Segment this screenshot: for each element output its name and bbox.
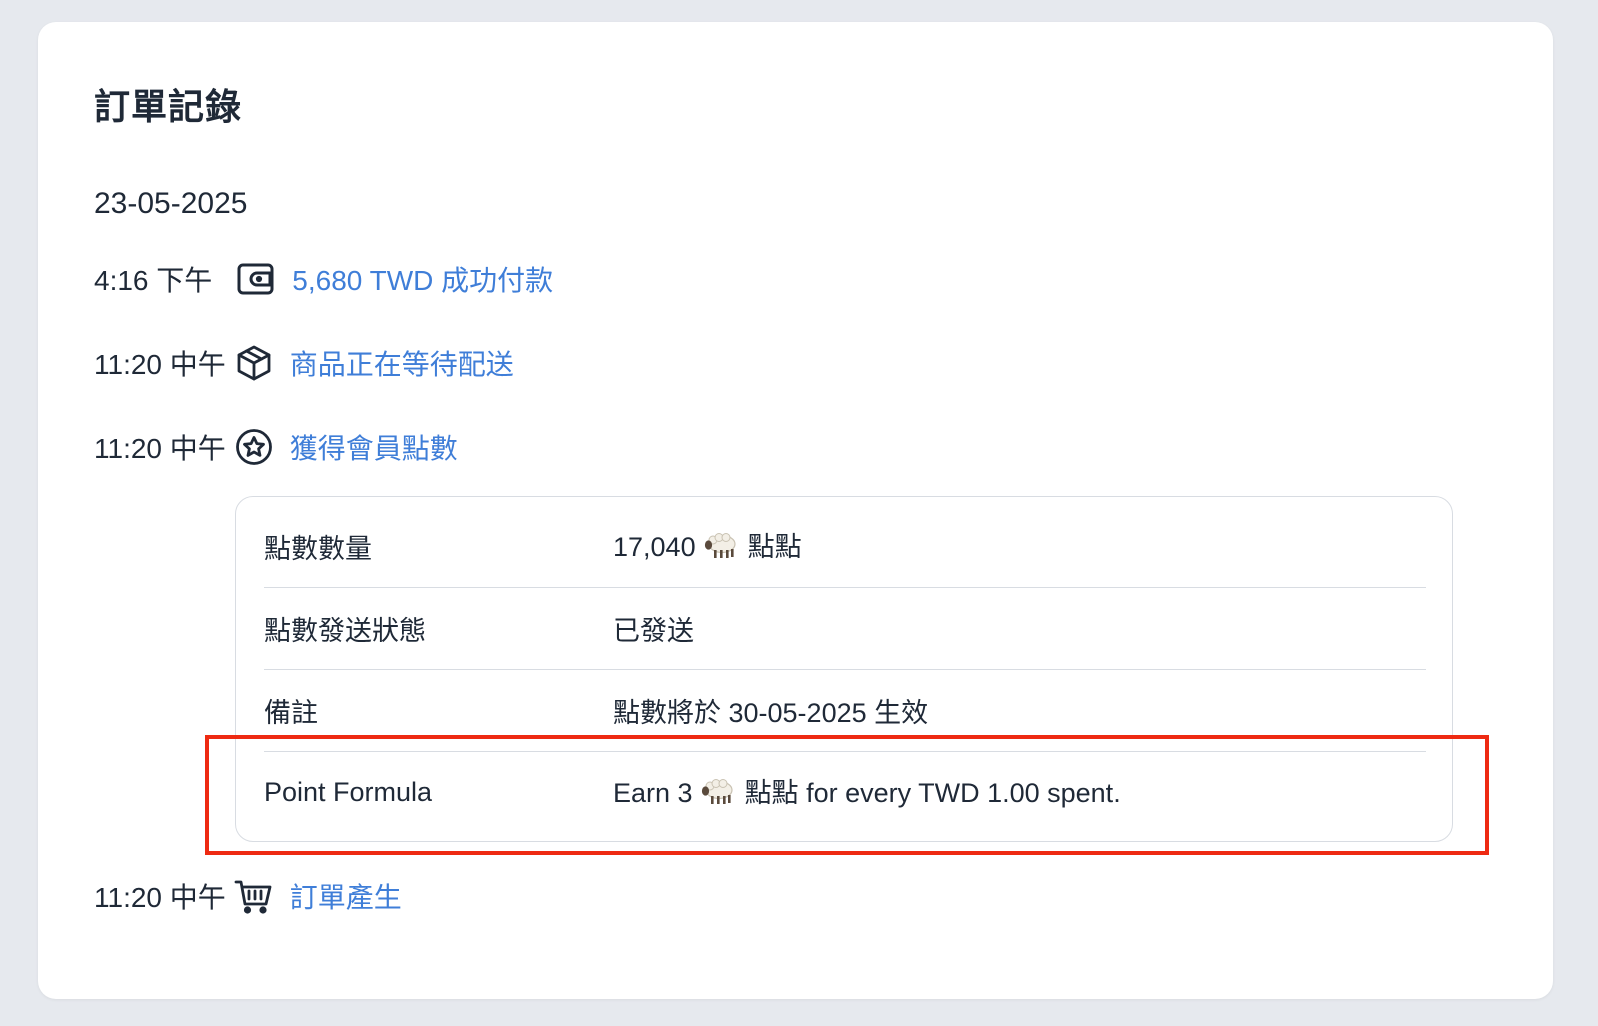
sheep-icon bbox=[704, 532, 740, 567]
event-time: 11:20 中午 bbox=[94, 433, 226, 464]
detail-value: Earn 3 點點 for every TWD 1.00 spent. bbox=[613, 771, 1121, 812]
detail-label: 點數數量 bbox=[264, 533, 372, 564]
package-icon bbox=[234, 343, 274, 383]
formula-prefix: Earn 3 bbox=[613, 778, 693, 809]
detail-row-remarks: 備註 點數將於 30-05-2025 生效 bbox=[264, 669, 1426, 752]
order-history-card: 訂單記錄 23-05-2025 4:16 下午 5,680 TWD 成功付款 1… bbox=[38, 22, 1553, 999]
page-title: 訂單記錄 bbox=[94, 86, 243, 127]
order-date: 23-05-2025 bbox=[94, 187, 248, 220]
order-created-link[interactable]: 訂單產生 bbox=[290, 876, 402, 916]
timeline-event-points: 11:20 中午 獲得會員點數 bbox=[94, 425, 458, 469]
timeline-event-order-created: 11:20 中午 訂單產生 bbox=[94, 874, 402, 918]
shopping-cart-icon bbox=[234, 876, 274, 916]
wallet-icon bbox=[236, 259, 276, 299]
timeline-event-payment: 4:16 下午 5,680 TWD 成功付款 bbox=[94, 257, 553, 301]
points-amount: 17,040 bbox=[613, 532, 696, 563]
detail-row-points-status: 點數發送狀態 已發送 bbox=[264, 587, 1426, 670]
points-details-box: 點數數量 17,040 點點 點數發送狀態 已發送 備註 點數將於 30-05-… bbox=[235, 496, 1453, 842]
detail-label: 備註 bbox=[264, 697, 318, 728]
detail-label: 點數發送狀態 bbox=[264, 615, 426, 646]
event-time: 11:20 中午 bbox=[94, 882, 226, 913]
shipping-status-link[interactable]: 商品正在等待配送 bbox=[290, 343, 514, 383]
sheep-icon bbox=[701, 778, 737, 813]
payment-success-link[interactable]: 5,680 TWD 成功付款 bbox=[292, 259, 553, 299]
detail-value: 已發送 bbox=[613, 615, 694, 646]
points-unit: 點點 bbox=[747, 532, 802, 563]
member-points-link[interactable]: 獲得會員點數 bbox=[290, 427, 458, 467]
detail-value: 17,040 點點 bbox=[613, 525, 802, 566]
timeline-event-shipping: 11:20 中午 商品正在等待配送 bbox=[94, 341, 514, 385]
detail-label: Point Formula bbox=[264, 776, 433, 807]
formula-suffix: 點點 for every TWD 1.00 spent. bbox=[744, 778, 1121, 809]
star-icon bbox=[234, 427, 274, 467]
event-time: 4:16 下午 bbox=[94, 265, 213, 296]
detail-value: 點數將於 30-05-2025 生效 bbox=[613, 697, 929, 728]
detail-row-point-formula: Point Formula Earn 3 點點 for every TWD 1.… bbox=[264, 751, 1426, 833]
event-time: 11:20 中午 bbox=[94, 349, 226, 380]
detail-row-points-amount: 點數數量 17,040 點點 bbox=[264, 505, 1426, 588]
